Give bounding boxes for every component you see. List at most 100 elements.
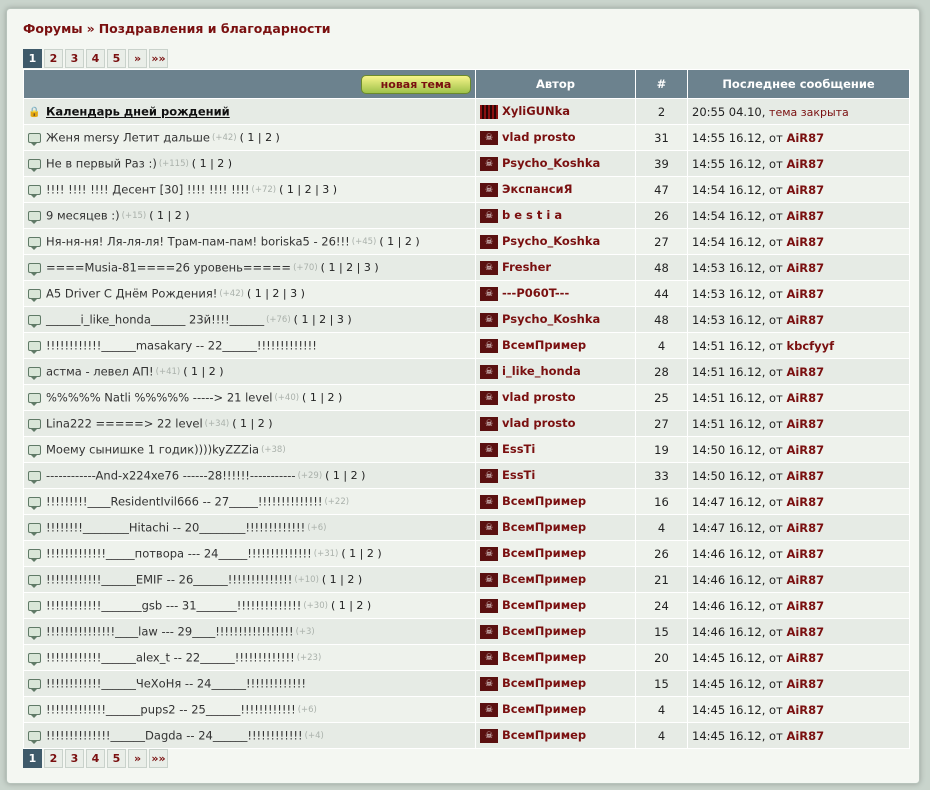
author-link[interactable]: ВсемПример bbox=[502, 494, 586, 508]
pager-top-page-link[interactable]: 3 bbox=[65, 49, 84, 68]
last-post-author-link[interactable]: AiR87 bbox=[786, 625, 824, 639]
last-post-author-link[interactable]: AiR87 bbox=[786, 573, 824, 587]
last-post-author-link[interactable]: AiR87 bbox=[786, 131, 824, 145]
last-post-author-link[interactable]: AiR87 bbox=[786, 391, 824, 405]
topic-title-link[interactable]: Календарь дней рождений bbox=[46, 105, 230, 119]
topic-title-link[interactable]: !!!!!!!!!!!!______ЧеХоНя -- 24______!!!!… bbox=[46, 677, 306, 691]
topic-pages-links[interactable]: ( 1 | 2 ) bbox=[341, 547, 381, 560]
author-link[interactable]: XyliGUNka bbox=[502, 104, 570, 118]
pager-top-page-link[interactable]: 4 bbox=[86, 49, 105, 68]
last-post-author-link[interactable]: AiR87 bbox=[786, 417, 824, 431]
breadcrumb-forums-link[interactable]: Форумы bbox=[23, 21, 83, 36]
pager-bottom-page-link[interactable]: 3 bbox=[65, 749, 84, 768]
author-link[interactable]: Psycho_Koshka bbox=[502, 156, 600, 170]
last-post-author-link[interactable]: AiR87 bbox=[786, 235, 824, 249]
pager-top-page-link[interactable]: 1 bbox=[23, 49, 42, 68]
last-post-author-link[interactable]: AiR87 bbox=[786, 521, 824, 535]
topic-title-link[interactable]: Не в первый Раз :) bbox=[46, 157, 157, 171]
pager-top-page-link[interactable]: 2 bbox=[44, 49, 63, 68]
topic-title-link[interactable]: !!!!!!!!!____ResidentIvil666 -- 27_____!… bbox=[46, 495, 322, 509]
last-post-author-link[interactable]: AiR87 bbox=[786, 651, 824, 665]
author-link[interactable]: ВсемПример bbox=[502, 624, 586, 638]
author-link[interactable]: ВсемПример bbox=[502, 598, 586, 612]
author-link[interactable]: vlad prosto bbox=[502, 130, 575, 144]
pager-top-page-link[interactable]: » bbox=[128, 49, 147, 68]
topic-title-link[interactable]: !!!!!!!!!!!!!!!____law --- 29____!!!!!!!… bbox=[46, 625, 294, 639]
pager-bottom-page-link[interactable]: 1 bbox=[23, 749, 42, 768]
topic-title-link[interactable]: Lina222 =====> 22 level bbox=[46, 417, 203, 431]
pager-bottom-page-link[interactable]: 4 bbox=[86, 749, 105, 768]
topic-title-link[interactable]: !!!!!!!!________Hitachi -- 20________!!!… bbox=[46, 521, 305, 535]
last-post-author-link[interactable]: AiR87 bbox=[786, 313, 824, 327]
author-link[interactable]: ВсемПример bbox=[502, 520, 586, 534]
topic-pages-links[interactable]: ( 1 | 2 | 3 ) bbox=[294, 313, 352, 326]
last-post-author-link[interactable]: AiR87 bbox=[786, 599, 824, 613]
topic-title-link[interactable]: !!!!!!!!!!!!______alex_t -- 22______!!!!… bbox=[46, 651, 295, 665]
last-post-author-link[interactable]: AiR87 bbox=[786, 157, 824, 171]
pager-bottom-page-link[interactable]: » bbox=[128, 749, 147, 768]
last-post-author-link[interactable]: AiR87 bbox=[786, 365, 824, 379]
author-link[interactable]: b e s t i a bbox=[502, 208, 562, 222]
author-link[interactable]: Psycho_Koshka bbox=[502, 312, 600, 326]
topic-pages-links[interactable]: ( 1 | 2 ) bbox=[302, 391, 342, 404]
author-link[interactable]: vlad prosto bbox=[502, 390, 575, 404]
topic-pages-links[interactable]: ( 1 | 2 ) bbox=[232, 417, 272, 430]
author-link[interactable]: ВсемПример bbox=[502, 728, 586, 742]
author-link[interactable]: ВсемПример bbox=[502, 650, 586, 664]
topic-title-link[interactable]: !!!!!!!!!!!!!______pups2 -- 25______!!!!… bbox=[46, 703, 296, 717]
last-post-author-link[interactable]: AiR87 bbox=[786, 183, 824, 197]
topic-title-link[interactable]: Женя mersy Летит дальше bbox=[46, 131, 210, 145]
topic-pages-links[interactable]: ( 1 | 2 ) bbox=[331, 599, 371, 612]
last-post-author-link[interactable]: AiR87 bbox=[786, 287, 824, 301]
topic-pages-links[interactable]: ( 1 | 2 ) bbox=[322, 573, 362, 586]
topic-title-link[interactable]: 9 месяцев :) bbox=[46, 209, 120, 223]
author-link[interactable]: ВсемПример bbox=[502, 676, 586, 690]
topic-pages-links[interactable]: ( 1 | 2 ) bbox=[240, 131, 280, 144]
topic-pages-links[interactable]: ( 1 | 2 | 3 ) bbox=[247, 287, 305, 300]
author-link[interactable]: vlad prosto bbox=[502, 416, 575, 430]
pager-bottom-page-link[interactable]: »» bbox=[149, 749, 168, 768]
author-link[interactable]: EssTi bbox=[502, 442, 535, 456]
pager-top-page-link[interactable]: »» bbox=[149, 49, 168, 68]
pager-top-page-link[interactable]: 5 bbox=[107, 49, 126, 68]
last-post-author-link[interactable]: AiR87 bbox=[786, 443, 824, 457]
last-post-author-link[interactable]: AiR87 bbox=[786, 703, 824, 717]
topic-title-link[interactable]: астма - левел АП! bbox=[46, 365, 154, 379]
topic-title-link[interactable]: ------------And-x224xe76 ------28!!!!!!-… bbox=[46, 469, 296, 483]
last-post-author-link[interactable]: AiR87 bbox=[786, 469, 824, 483]
topic-title-link[interactable]: Моему сынишке 1 годик))))kyZZZia bbox=[46, 443, 259, 457]
topic-title-link[interactable]: !!!!!!!!!!!!!_____потвора --- 24_____!!!… bbox=[46, 547, 312, 561]
topic-title-link[interactable]: !!!! !!!! !!!! Десент [30] !!!! !!!! !!!… bbox=[46, 183, 250, 197]
author-link[interactable]: Psycho_Koshka bbox=[502, 234, 600, 248]
author-link[interactable]: ---P060T--- bbox=[502, 286, 569, 300]
topic-title-link[interactable]: !!!!!!!!!!!!______EMIF -- 26______!!!!!!… bbox=[46, 573, 292, 587]
author-link[interactable]: ВсемПример bbox=[502, 702, 586, 716]
last-post-author-link[interactable]: AiR87 bbox=[786, 729, 824, 743]
topic-pages-links[interactable]: ( 1 | 2 ) bbox=[379, 235, 419, 248]
topic-title-link[interactable]: !!!!!!!!!!!!_______gsb --- 31_______!!!!… bbox=[46, 599, 301, 613]
author-link[interactable]: EssTi bbox=[502, 468, 535, 482]
topic-title-link[interactable]: !!!!!!!!!!!!______masakary -- 22______!!… bbox=[46, 339, 317, 353]
last-post-author-link[interactable]: AiR87 bbox=[786, 547, 824, 561]
last-post-author-link[interactable]: kbcfyyf bbox=[786, 339, 834, 353]
last-post-author-link[interactable]: AiR87 bbox=[786, 209, 824, 223]
pager-bottom-page-link[interactable]: 5 bbox=[107, 749, 126, 768]
author-link[interactable]: ВсемПример bbox=[502, 546, 586, 560]
topic-pages-links[interactable]: ( 1 | 2 | 3 ) bbox=[321, 261, 379, 274]
topic-pages-links[interactable]: ( 1 | 2 | 3 ) bbox=[279, 183, 337, 196]
author-link[interactable]: i_like_honda bbox=[502, 364, 581, 378]
last-post-author-link[interactable]: AiR87 bbox=[786, 677, 824, 691]
topic-pages-links[interactable]: ( 1 | 2 ) bbox=[183, 365, 223, 378]
author-link[interactable]: ЭкспансиЯ bbox=[502, 182, 572, 196]
topic-title-link[interactable]: %%%%% Natli %%%%% -----> 21 level bbox=[46, 391, 272, 405]
author-link[interactable]: ВсемПример bbox=[502, 572, 586, 586]
pager-bottom-page-link[interactable]: 2 bbox=[44, 749, 63, 768]
last-post-author-link[interactable]: AiR87 bbox=[786, 495, 824, 509]
topic-pages-links[interactable]: ( 1 | 2 ) bbox=[149, 209, 189, 222]
topic-title-link[interactable]: A5 Driver С Днём Рождения! bbox=[46, 287, 217, 301]
topic-pages-links[interactable]: ( 1 | 2 ) bbox=[325, 469, 365, 482]
topic-title-link[interactable]: ______i_like_honda______ 23й!!!!______ bbox=[46, 313, 264, 327]
topic-title-link[interactable]: ====Musia-81====26 уровень===== bbox=[46, 261, 291, 275]
topic-pages-links[interactable]: ( 1 | 2 ) bbox=[192, 157, 232, 170]
new-topic-button[interactable]: новая тема bbox=[361, 74, 471, 94]
